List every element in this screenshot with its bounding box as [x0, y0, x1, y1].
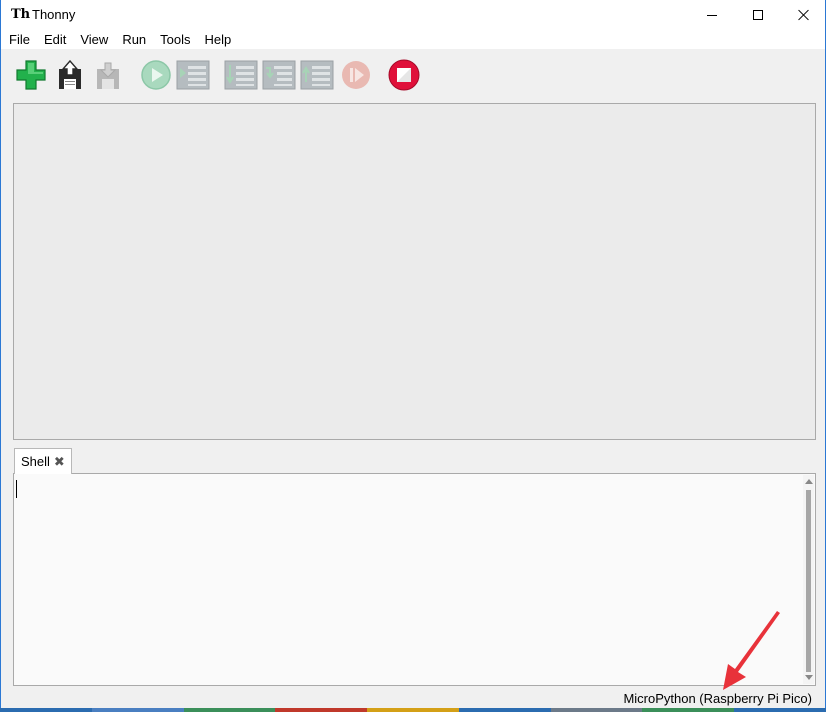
scroll-up-icon[interactable]: [805, 479, 813, 484]
step-out-button[interactable]: [300, 59, 334, 91]
save-file-button[interactable]: [91, 59, 125, 91]
debug-list-icon: [176, 60, 210, 90]
step-over-button[interactable]: [224, 59, 258, 91]
menu-tools[interactable]: Tools: [152, 30, 196, 49]
green-plus-icon: [16, 60, 46, 90]
step-out-icon: [300, 60, 334, 90]
floppy-save-icon: [97, 62, 119, 89]
resume-button[interactable]: [339, 59, 373, 91]
floppy-open-icon: [59, 59, 81, 89]
run-button[interactable]: [139, 59, 173, 91]
maximize-icon: [753, 10, 763, 20]
menu-view[interactable]: View: [72, 30, 114, 49]
title-bar[interactable]: Th Thonny: [1, 0, 825, 30]
debug-button[interactable]: [176, 59, 210, 91]
window-title: Thonny: [32, 7, 76, 22]
minimize-icon: [707, 14, 717, 16]
stop-button[interactable]: [387, 59, 421, 91]
menu-edit[interactable]: Edit: [36, 30, 72, 49]
status-bar: MicroPython (Raspberry Pi Pico): [1, 688, 825, 708]
step-into-button[interactable]: [262, 59, 296, 91]
open-file-button[interactable]: [53, 59, 87, 91]
scroll-down-icon[interactable]: [805, 675, 813, 680]
stop-icon: [388, 59, 420, 91]
tab-shell[interactable]: Shell ✖: [14, 448, 72, 474]
maximize-button[interactable]: [735, 0, 781, 30]
shell-scrollbar[interactable]: [803, 475, 814, 684]
resume-icon: [342, 61, 370, 89]
shell-panel[interactable]: [13, 473, 816, 686]
new-file-button[interactable]: [14, 59, 48, 91]
thonny-window: Th Thonny File Edit View Run Tools Help: [0, 0, 826, 712]
taskbar-strip: [0, 708, 826, 712]
minimize-button[interactable]: [689, 0, 735, 30]
play-icon: [141, 60, 171, 90]
menu-run[interactable]: Run: [114, 30, 152, 49]
toolbar: [1, 49, 825, 99]
step-into-icon: [262, 60, 296, 90]
code-editor-area[interactable]: [13, 103, 816, 440]
tab-close-icon[interactable]: ✖: [54, 454, 65, 470]
close-icon: [798, 9, 810, 21]
close-button[interactable]: [781, 0, 826, 30]
scrollbar-thumb[interactable]: [806, 490, 811, 672]
menu-bar: File Edit View Run Tools Help: [1, 30, 825, 49]
menu-file[interactable]: File: [1, 30, 36, 49]
menu-help[interactable]: Help: [197, 30, 238, 49]
text-cursor: [16, 480, 17, 498]
step-over-icon: [224, 60, 258, 90]
tab-shell-label: Shell: [21, 454, 50, 469]
interpreter-selector[interactable]: MicroPython (Raspberry Pi Pico): [623, 691, 812, 706]
thonny-logo-icon: Th: [11, 7, 31, 22]
